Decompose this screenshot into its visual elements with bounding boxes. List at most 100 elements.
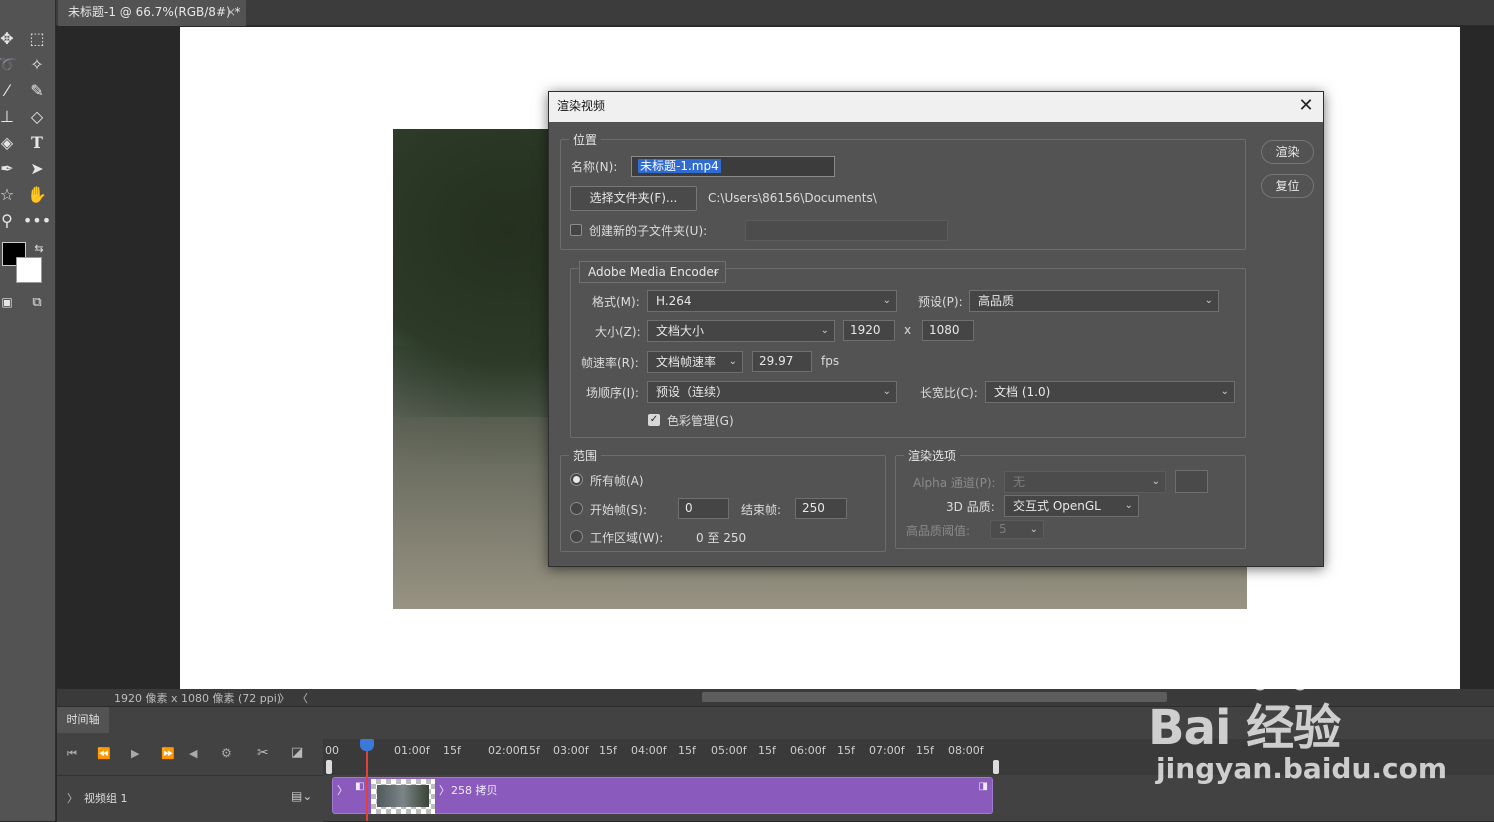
scroll-left-icon[interactable]: 〈 xyxy=(297,690,308,706)
preset-value: 高品质 xyxy=(978,294,1015,308)
aspect-dropdown[interactable]: 文档 (1.0) ⌄ xyxy=(985,381,1235,403)
ruler-tick: 06:00f xyxy=(790,744,826,757)
alpha-channel-dropdown[interactable]: 无 ⌄ xyxy=(1004,471,1166,493)
chevron-down-icon: ⌄ xyxy=(1029,524,1038,535)
size-value: 文档大小 xyxy=(656,324,705,338)
work-area-start-handle[interactable] xyxy=(326,760,332,774)
create-subfolder-checkbox[interactable] xyxy=(570,224,582,236)
audio-icon[interactable]: ◀ xyxy=(189,747,197,760)
status-arrow-icon[interactable]: 〉 xyxy=(279,690,290,706)
marquee-tool-icon[interactable]: ⬚ xyxy=(24,26,50,50)
ruler-tick: 04:00f xyxy=(631,744,667,757)
field-order-label: 场顺序(I): xyxy=(586,386,639,400)
paint-bucket-tool-icon[interactable]: ◈ xyxy=(0,130,20,154)
type-tool-icon[interactable]: T xyxy=(24,130,50,154)
size-dropdown[interactable]: 文档大小 ⌄ xyxy=(647,320,835,342)
ruler-tick: 05:00f xyxy=(711,744,747,757)
transition-icon[interactable]: ◪ xyxy=(291,745,303,760)
document-tab[interactable]: 未标题-1 @ 66.7%(RGB/8#) * × xyxy=(58,0,246,26)
ruler-tick: 15f xyxy=(443,744,461,757)
video-clip[interactable]: 〉 ◧ 〉 258 拷贝 ◨ xyxy=(332,777,993,814)
tools-panel: ✥ ⬚ ➰ ✧ ⁄ ✎ ⊥ ◇ ◈ T ✒ ➤ ☆ ✋ ⚲ ••• ⇆ ▣ ⧉ xyxy=(0,0,56,821)
track-options-icon[interactable]: ▤⌄ xyxy=(291,789,312,803)
lasso-tool-icon[interactable]: ➰ xyxy=(0,52,20,76)
magic-wand-tool-icon[interactable]: ✧ xyxy=(24,52,50,76)
playhead-handle[interactable] xyxy=(360,739,374,751)
work-area-value: 0 至 250 xyxy=(696,531,747,545)
color-management-checkbox[interactable]: ✓ xyxy=(648,414,660,426)
hand-tool-icon[interactable]: ✋ xyxy=(24,182,50,206)
close-icon[interactable]: ✕ xyxy=(1295,95,1317,117)
start-frame-input[interactable]: 0 xyxy=(678,498,729,519)
ruler-tick: 15f xyxy=(599,744,617,757)
end-frame-input[interactable]: 250 xyxy=(795,498,847,519)
split-scissors-icon[interactable]: ✂ xyxy=(257,745,269,761)
work-area-radio[interactable] xyxy=(570,530,583,543)
width-input[interactable]: 1920 xyxy=(843,320,895,341)
ruler-tick: 03:00f xyxy=(553,744,589,757)
zoom-tool-icon[interactable]: ⚲ xyxy=(0,208,20,232)
name-input[interactable]: 未标题-1.mp4 xyxy=(631,156,835,177)
work-area-end-handle[interactable] xyxy=(993,760,999,774)
document-info: 1920 像素 x 1080 像素 (72 ppi) xyxy=(114,692,282,705)
previous-frame-icon[interactable]: ⏪ xyxy=(97,747,111,760)
go-to-first-frame-icon[interactable]: ⏮ xyxy=(67,747,77,761)
ruler-tick: 15f xyxy=(916,744,934,757)
preset-dropdown[interactable]: 高品质 ⌄ xyxy=(969,290,1219,312)
start-frame-radio[interactable] xyxy=(570,502,583,515)
chevron-down-icon: ⌄ xyxy=(1124,500,1133,511)
swap-colors-icon[interactable]: ⇆ xyxy=(26,236,52,260)
expand-track-icon[interactable]: 〉 xyxy=(67,790,78,806)
path-select-tool-icon[interactable]: ➤ xyxy=(24,156,50,180)
shape-tool-icon[interactable]: ☆ xyxy=(0,182,20,206)
reset-button[interactable]: 复位 xyxy=(1261,174,1314,198)
horizontal-scrollbar[interactable] xyxy=(702,692,1167,702)
document-tab-title: 未标题-1 @ 66.7%(RGB/8#) * xyxy=(68,5,241,19)
start-frame-label: 开始帧(S): xyxy=(590,503,648,517)
fps-unit: fps xyxy=(821,354,840,368)
ruler-tick: 02:00f xyxy=(488,744,524,757)
render-button[interactable]: 渲染 xyxy=(1261,140,1314,164)
size-label: 大小(Z): xyxy=(595,325,641,339)
ruler-tick: 08:00f xyxy=(948,744,984,757)
pen-tool-icon[interactable]: ✒ xyxy=(0,156,20,180)
background-color-swatch[interactable] xyxy=(16,257,42,283)
clip-thumbnail xyxy=(371,779,435,814)
chevron-down-icon: ⌄ xyxy=(728,356,737,367)
encoder-dropdown[interactable]: Adobe Media Encoder ⌄ xyxy=(579,261,726,283)
clip-expand-icon[interactable]: 〉 xyxy=(337,782,348,798)
3d-quality-value: 交互式 OpenGL xyxy=(1013,499,1101,513)
chevron-down-icon: ⌄ xyxy=(882,386,891,397)
close-tab-icon[interactable]: × xyxy=(226,0,236,24)
clip-start-marker-icon: ◧ xyxy=(355,781,365,792)
subfolder-input[interactable] xyxy=(745,220,948,241)
stamp-tool-icon[interactable]: ⊥ xyxy=(0,104,20,128)
ruler-tick: 00 xyxy=(325,744,339,757)
fps-input[interactable]: 29.97 xyxy=(752,351,812,372)
format-label: 格式(M): xyxy=(592,295,640,309)
settings-gear-icon[interactable]: ⚙ xyxy=(221,746,232,760)
3d-quality-label: 3D 品质: xyxy=(946,500,995,514)
color-management-label: 色彩管理(G) xyxy=(667,414,734,428)
brush-tool-icon[interactable]: ✎ xyxy=(24,78,50,102)
quick-mask-icon[interactable]: ▣ xyxy=(0,290,20,314)
framerate-dropdown[interactable]: 文档帧速率 ⌄ xyxy=(647,351,743,373)
more-tools-icon[interactable]: ••• xyxy=(23,208,51,232)
eyedropper-tool-icon[interactable]: ⁄ xyxy=(0,78,20,102)
framerate-label: 帧速率(R): xyxy=(581,356,639,370)
select-folder-button[interactable]: 选择文件夹(F)... xyxy=(570,186,697,211)
next-frame-icon[interactable]: ⏩ xyxy=(161,747,175,760)
field-order-dropdown[interactable]: 预设（连续） ⌄ xyxy=(647,381,897,403)
ruler-tick: 15f xyxy=(522,744,540,757)
move-tool-icon[interactable]: ✥ xyxy=(0,26,20,50)
all-frames-radio[interactable] xyxy=(570,473,583,486)
timeline-tab[interactable]: 时间轴 xyxy=(57,707,109,733)
format-dropdown[interactable]: H.264 ⌄ xyxy=(647,290,897,312)
play-icon[interactable]: ▶ xyxy=(131,747,139,760)
height-input[interactable]: 1080 xyxy=(922,320,974,341)
render-options-legend: 渲染选项 xyxy=(904,447,961,464)
3d-quality-dropdown[interactable]: 交互式 OpenGL ⌄ xyxy=(1004,495,1139,517)
quality-threshold-dropdown[interactable]: 5 ⌄ xyxy=(990,520,1044,539)
eraser-tool-icon[interactable]: ◇ xyxy=(24,104,50,128)
screen-mode-icon[interactable]: ⧉ xyxy=(24,290,50,314)
